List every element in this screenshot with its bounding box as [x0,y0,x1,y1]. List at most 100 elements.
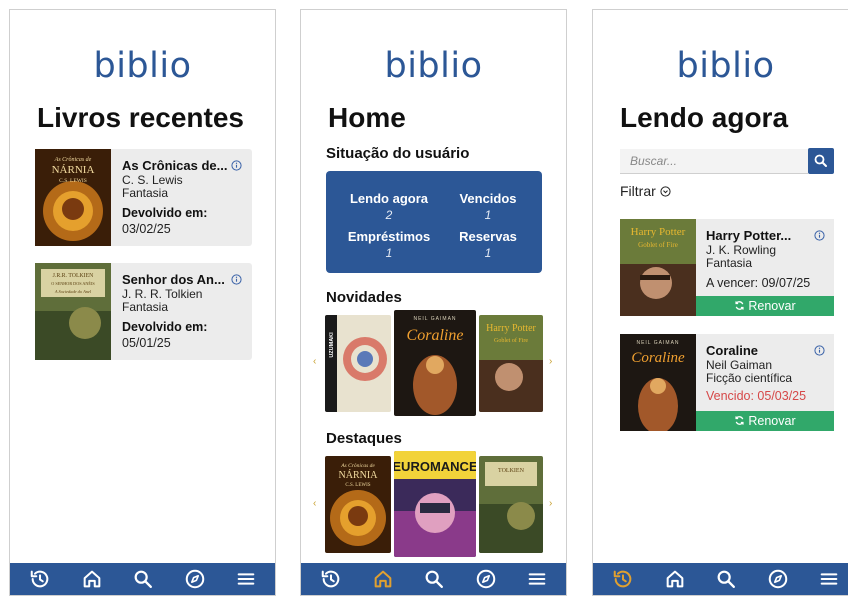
cover-text: NEUROMANCER [394,459,476,474]
compass-icon[interactable] [184,568,206,590]
book-author: J. R. R. Tolkien [122,287,203,301]
book-title: As Crônicas de... [122,158,228,173]
filter-label: Filtrar [620,183,656,199]
renew-label: Renovar [748,414,796,428]
app-logo: biblio [676,46,775,86]
cover-text: O SENHOR DOS ANÉIS [51,281,95,286]
page-title: Home [328,102,406,133]
chevron-down-icon [660,186,671,197]
info-icon[interactable] [814,230,825,241]
search-button[interactable] [808,148,834,174]
page-title: Lendo agora [620,102,789,133]
cover-text: Coraline [407,327,464,344]
loan-card[interactable]: Harry Potter Goblet of Fire Harry Potter… [620,219,834,316]
cover-text: C.S. LEWIS [345,483,370,488]
book-genre: Fantasia [706,256,753,270]
carousel-prev-button[interactable]: ‹ [313,356,316,367]
info-icon[interactable] [231,274,242,285]
cover-text: NÁRNIA [52,164,95,176]
screen-home: biblio Home Situação do usuário Lendo ag… [300,9,567,596]
search-field[interactable] [620,149,808,174]
book-title: Senhor dos An... [122,272,225,287]
history-icon[interactable] [29,568,51,590]
screen-reading-now: biblio Lendo agora Filtrar Harry Potter … [592,9,848,596]
refresh-icon [734,300,745,311]
menu-icon[interactable] [526,568,548,590]
info-icon[interactable] [231,160,242,171]
screen-recent-books: biblio Livros recentes As Crônicas de NÁ… [9,9,276,596]
home-icon[interactable] [81,568,103,590]
app-logo: biblio [93,46,192,86]
history-icon[interactable] [320,568,342,590]
user-status-panel: Lendo agora 2 Vencidos 1 Empréstimos 1 R… [326,171,542,273]
book-cover: J.R.R. TOLKIEN O SENHOR DOS ANÉIS A Soci… [35,263,111,360]
stat-value-loans: 1 [385,246,393,260]
cover-text: As Crônicas de [340,463,375,469]
compass-icon[interactable] [475,568,497,590]
cover-text: Coraline [631,350,685,366]
book-cover[interactable]: NEUROMANCER [394,451,476,557]
book-genre: Fantasia [122,186,169,200]
returned-date: 03/02/25 [122,222,171,236]
book-cover: Harry Potter Goblet of Fire [620,219,696,316]
returned-date: 05/01/25 [122,336,171,350]
page-title: Livros recentes [37,102,244,133]
new-releases-heading: Novidades [326,289,402,306]
menu-icon[interactable] [235,568,257,590]
search-icon[interactable] [423,568,445,590]
returned-label: Devolvido em: [122,206,208,220]
cover-text: TOLKIEN [498,468,525,474]
book-card[interactable]: J.R.R. TOLKIEN O SENHOR DOS ANÉIS A Soci… [35,263,252,360]
stat-label-reading[interactable]: Lendo agora [326,191,452,206]
carousel-next-button[interactable]: › [549,498,552,509]
cover-text: Goblet of Fire [638,241,678,249]
stat-label-reservations[interactable]: Reservas [448,229,528,244]
stat-label-overdue[interactable]: Vencidos [448,191,528,206]
home-icon[interactable] [664,568,686,590]
returned-label: Devolvido em: [122,320,208,334]
search-icon[interactable] [132,568,154,590]
stat-value-reading: 2 [385,208,393,222]
cover-text: NEIL GAIMAN [636,340,679,346]
book-author: Neil Gaiman [706,358,773,372]
bottom-nav [10,563,275,595]
menu-icon[interactable] [818,568,840,590]
due-date: A vencer: 09/07/25 [706,276,811,290]
refresh-icon [734,415,745,426]
book-cover: NEIL GAIMAN Coraline [620,334,696,431]
cover-text: J.R.R. TOLKIEN [53,273,95,279]
home-icon[interactable] [372,568,394,590]
book-author: C. S. Lewis [122,173,183,187]
renew-button[interactable]: Renovar [696,411,834,431]
renew-button[interactable]: Renovar [696,296,834,316]
book-cover[interactable]: Harry Potter Goblet of Fire [479,315,543,412]
loan-card[interactable]: NEIL GAIMAN Coraline Coraline Neil Gaima… [620,334,834,431]
cover-text: C.S. LEWIS [59,178,87,184]
book-cover[interactable]: As Crônicas de NÁRNIA C.S. LEWIS [325,456,391,553]
cover-text: As Crônicas de [54,157,92,163]
book-cover[interactable]: NEIL GAIMAN Coraline [394,310,476,416]
book-cover[interactable]: UZUMAKI [325,315,391,412]
bottom-nav [593,563,848,595]
book-genre: Fantasia [122,300,169,314]
cover-text: Harry Potter [631,226,686,238]
book-cover[interactable]: TOLKIEN [479,456,543,553]
search-icon [814,154,827,167]
book-card[interactable]: As Crônicas de NÁRNIA C.S. LEWIS As Crôn… [35,149,252,246]
search-input[interactable] [620,149,808,173]
stat-label-loans[interactable]: Empréstimos [326,229,452,244]
app-logo: biblio [384,46,483,86]
cover-text: UZUMAKI [329,332,335,358]
book-title: Harry Potter... [706,228,792,243]
book-genre: Ficção científica [706,371,793,385]
search-icon[interactable] [715,568,737,590]
overdue-date: Vencido: 05/03/25 [706,389,807,403]
compass-icon[interactable] [767,568,789,590]
renew-label: Renovar [748,299,796,313]
filter-toggle[interactable]: Filtrar [620,183,671,199]
history-icon[interactable] [612,568,634,590]
cover-text: Goblet of Fire [494,337,528,344]
carousel-prev-button[interactable]: ‹ [313,498,316,509]
info-icon[interactable] [814,345,825,356]
carousel-next-button[interactable]: › [549,356,552,367]
